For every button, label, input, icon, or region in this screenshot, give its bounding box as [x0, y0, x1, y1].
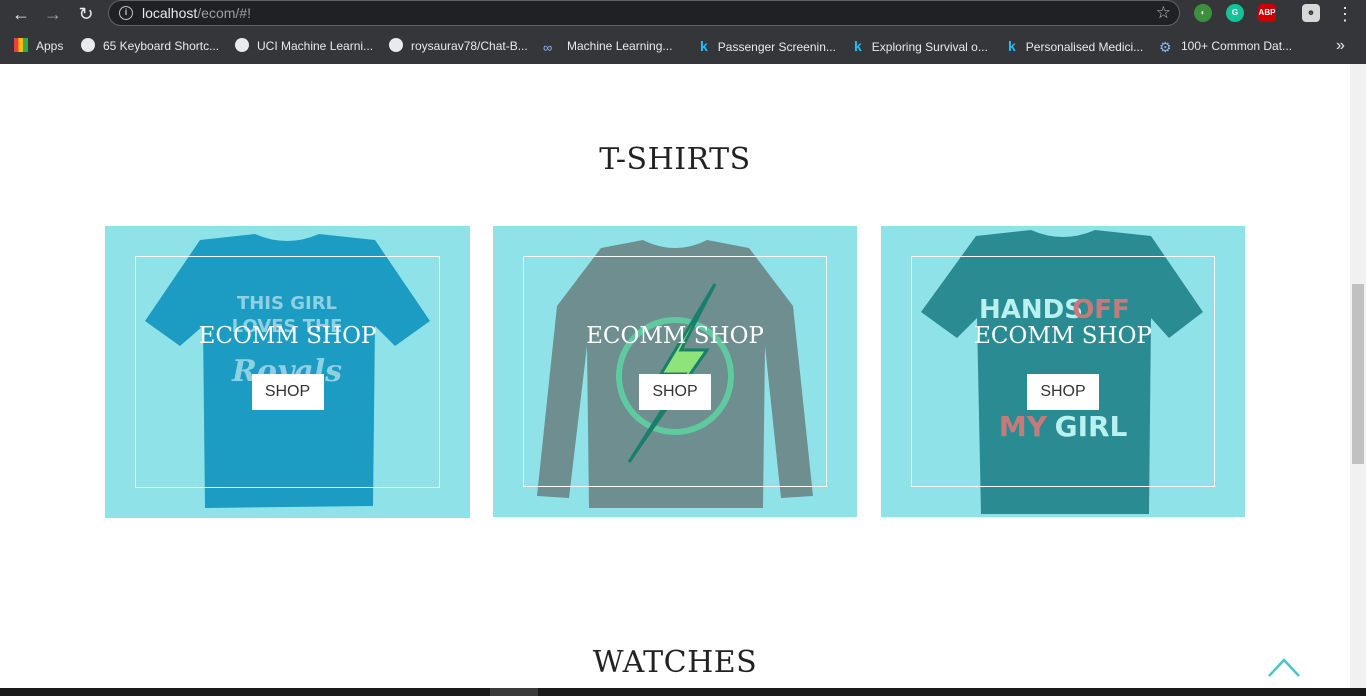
card-frame: [523, 256, 827, 487]
shop-button[interactable]: SHOP: [639, 374, 711, 410]
apps-grid-icon: [14, 38, 28, 52]
section-title-watches: WATCHES: [592, 645, 758, 680]
reload-icon[interactable]: ↻: [74, 2, 98, 26]
card-brand-title: ECOMM SHOP: [198, 323, 377, 349]
browser-toolbar: ← → ↻ i localhost/ecom/#! ☆ ◐ G ABP ☻ ⋮: [0, 0, 1366, 28]
site-info-icon[interactable]: i: [119, 6, 133, 20]
forward-icon[interactable]: →: [41, 2, 65, 26]
taskbar-item[interactable]: [490, 688, 538, 696]
bookmarks-overflow-icon[interactable]: »: [1336, 37, 1345, 55]
adblock-icon[interactable]: ABP: [1258, 4, 1276, 22]
address-url[interactable]: localhost/ecom/#!: [142, 5, 251, 21]
shop-button[interactable]: SHOP: [1027, 374, 1099, 410]
card-brand-title: ECOMM SHOP: [974, 323, 1152, 349]
address-bar[interactable]: i localhost/ecom/#! ☆: [108, 0, 1180, 26]
back-icon[interactable]: ←: [9, 2, 33, 26]
bookmark-item[interactable]: ⚙ 100+ Common Dat...: [1159, 37, 1292, 55]
bookmark-item[interactable]: k Passenger Screenin...: [700, 37, 836, 55]
github-icon: [389, 38, 403, 52]
bookmark-item[interactable]: 65 Keyboard Shortc...: [81, 37, 219, 55]
infinity-icon: ∞: [543, 40, 553, 55]
product-card[interactable]: HANDS OFF MY GIRL ECOMM SHOP SHOP: [881, 226, 1245, 517]
card-frame: [135, 256, 440, 488]
bookmark-item[interactable]: ∞ Machine Learning...: [543, 37, 672, 55]
section-title-tshirts: T-SHIRTS: [599, 142, 751, 177]
scrollbar-thumb[interactable]: [1352, 284, 1364, 464]
menu-kebab-icon[interactable]: ⋮: [1333, 2, 1357, 26]
gear-icon: ⚙: [1159, 39, 1172, 55]
bookmark-item[interactable]: k Exploring Survival o...: [854, 37, 988, 55]
bookmark-item[interactable]: UCI Machine Learni...: [235, 37, 373, 55]
kaggle-icon: k: [854, 38, 862, 54]
grammarly-icon[interactable]: G: [1226, 4, 1244, 22]
page-scrollbar[interactable]: [1350, 64, 1366, 688]
profile-avatar[interactable]: ☻: [1302, 4, 1320, 22]
card-frame: [911, 256, 1215, 487]
globe-icon: [81, 38, 95, 52]
shop-button[interactable]: SHOP: [251, 374, 324, 410]
bookmark-star-icon[interactable]: ☆: [1156, 3, 1171, 23]
bookmark-item[interactable]: roysaurav78/Chat-B...: [389, 37, 528, 55]
bookmarks-bar: Apps 65 Keyboard Shortc... UCI Machine L…: [0, 28, 1366, 65]
extension-globe-icon[interactable]: ◐: [1194, 4, 1212, 22]
kaggle-icon: k: [1008, 38, 1016, 54]
os-taskbar: [0, 688, 1366, 696]
kaggle-icon: k: [700, 38, 708, 54]
globe-icon: [235, 38, 249, 52]
page-content: T-SHIRTS THIS GIRL LOVES THE Royals ECOM…: [0, 64, 1350, 688]
bookmark-item[interactable]: k Personalised Medici...: [1008, 37, 1143, 55]
product-card[interactable]: THIS GIRL LOVES THE Royals ECOMM SHOP SH…: [105, 226, 470, 518]
bookmark-apps[interactable]: Apps: [14, 37, 63, 55]
product-card[interactable]: ECOMM SHOP SHOP: [493, 226, 857, 517]
back-to-top-icon[interactable]: [1266, 652, 1302, 680]
card-brand-title: ECOMM SHOP: [586, 323, 764, 349]
